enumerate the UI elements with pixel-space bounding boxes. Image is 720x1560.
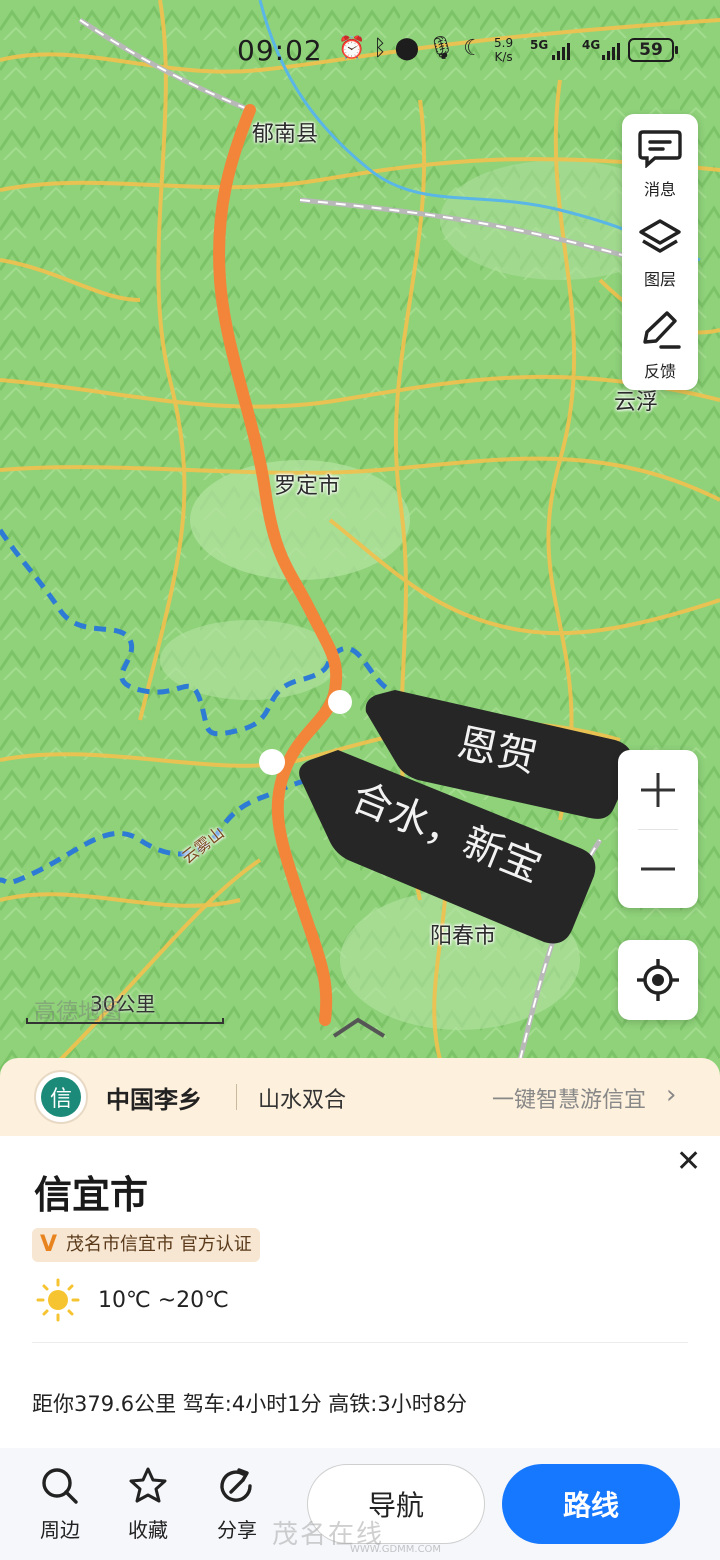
status-bar: 09:02 ⏰ ᛒ ⬤ 🎙 ☾ 5.9 K/s 5G 4G 59 <box>0 30 720 74</box>
feedback-button[interactable]: 反馈 <box>622 310 698 382</box>
layers-label: 图层 <box>643 270 676 289</box>
locate-me-button[interactable] <box>618 940 698 1020</box>
place-info-card: ✕ 信宜市 V 茂名市信宜市 官方认证 10℃ ~20℃ 距你379.6公里 驾… <box>0 1136 720 1450</box>
signal-label-5g: 5G <box>530 38 549 52</box>
favorite-label: 收藏 <box>128 1518 168 1542</box>
zoom-controls <box>618 750 698 908</box>
moon-icon: ☾ <box>463 36 483 61</box>
minus-icon <box>641 867 675 870</box>
map-logo-watermark: 高德地图 <box>34 1000 123 1025</box>
verified-icon: V <box>40 1232 58 1257</box>
signal-label-4g: 4G <box>582 38 601 52</box>
net-speed-unit: K/s <box>494 50 513 64</box>
waypoint-marker[interactable] <box>259 749 285 775</box>
city-badge-logo: 信 <box>34 1070 88 1124</box>
waypoint-marker[interactable] <box>328 690 352 714</box>
plus-icon <box>641 772 675 807</box>
favorite-button[interactable]: 收藏 <box>116 1466 180 1543</box>
messages-button[interactable]: 消息 <box>622 128 698 200</box>
route-button[interactable]: 路线 <box>502 1464 680 1544</box>
chevron-right-icon[interactable]: › <box>666 1080 676 1110</box>
net-speed-value: 5.9 <box>494 36 514 50</box>
battery-indicator: 59 <box>628 38 678 62</box>
share-label: 分享 <box>217 1518 257 1542</box>
alarm-icon: ⏰ <box>338 36 366 61</box>
bluetooth-icon: ᛒ <box>373 36 387 61</box>
status-icons: ⏰ ᛒ ⬤ 🎙 ☾ <box>338 36 483 61</box>
sun-icon <box>36 1278 80 1322</box>
signal-bars-2 <box>602 40 620 60</box>
banner-divider <box>236 1084 237 1110</box>
card-divider <box>32 1342 688 1343</box>
location-icon: ⬤ <box>394 36 420 61</box>
share-button[interactable]: 分享 <box>205 1466 269 1543</box>
net-speed: 5.9 K/s <box>494 36 513 64</box>
layers-icon <box>639 219 681 253</box>
share-icon <box>220 1468 252 1502</box>
edit-icon <box>643 311 681 349</box>
feedback-label: 反馈 <box>643 362 676 381</box>
verified-badge[interactable]: V 茂名市信宜市 官方认证 <box>32 1228 260 1262</box>
zoom-out-button[interactable] <box>618 829 698 908</box>
message-icon <box>638 130 682 169</box>
close-icon[interactable]: ✕ <box>676 1144 701 1179</box>
map-label-yunan[interactable]: 郁南县 <box>252 116 318 148</box>
nearby-button[interactable]: 周边 <box>28 1466 92 1543</box>
place-title: 信宜市 <box>34 1173 149 1217</box>
site-watermark-url: WWW.GDMM.COM <box>350 1544 442 1555</box>
messages-label: 消息 <box>643 180 676 199</box>
map-view[interactable]: 郁南县 罗定市 云浮 阳春市 云雾山 恩贺 合水，新宝 30公里 高德地图 09… <box>0 0 720 1080</box>
map-tools-panel: 消息 图层 反馈 <box>622 114 698 390</box>
signal-bars-1 <box>552 40 570 60</box>
banner-title: 中国李乡 <box>106 1086 202 1114</box>
zoom-in-button[interactable] <box>618 750 698 829</box>
badge-char: 信 <box>41 1077 81 1117</box>
layers-button[interactable]: 图层 <box>622 218 698 290</box>
crosshair-icon <box>637 959 679 1001</box>
banner-subtitle: 山水双合 <box>258 1088 347 1113</box>
search-icon <box>42 1468 78 1504</box>
star-icon <box>129 1467 167 1503</box>
distance-info: 距你379.6公里 驾车:4小时1分 高铁:3小时8分 <box>32 1392 468 1416</box>
banner-link[interactable]: 一键智慧游信宜 <box>492 1082 646 1114</box>
status-time: 09:02 <box>237 34 323 67</box>
weather-temperature: 10℃ ~20℃ <box>98 1287 229 1313</box>
verified-text: 茂名市信宜市 官方认证 <box>66 1234 252 1255</box>
bottom-action-bar: 周边 收藏 分享 导航 路线 茂名在线 WWW.GDMM.COM <box>0 1448 720 1560</box>
tourism-banner[interactable]: 信 中国李乡 山水双合 一键智慧游信宜 › <box>0 1058 720 1138</box>
map-label-yangchun[interactable]: 阳春市 <box>430 918 496 950</box>
map-canvas[interactable] <box>0 0 720 1080</box>
microphone-icon: 🎙 <box>427 36 456 61</box>
nearby-label: 周边 <box>40 1518 80 1542</box>
weather-info[interactable]: 10℃ ~20℃ <box>36 1278 229 1322</box>
map-label-luoding[interactable]: 罗定市 <box>274 468 340 500</box>
